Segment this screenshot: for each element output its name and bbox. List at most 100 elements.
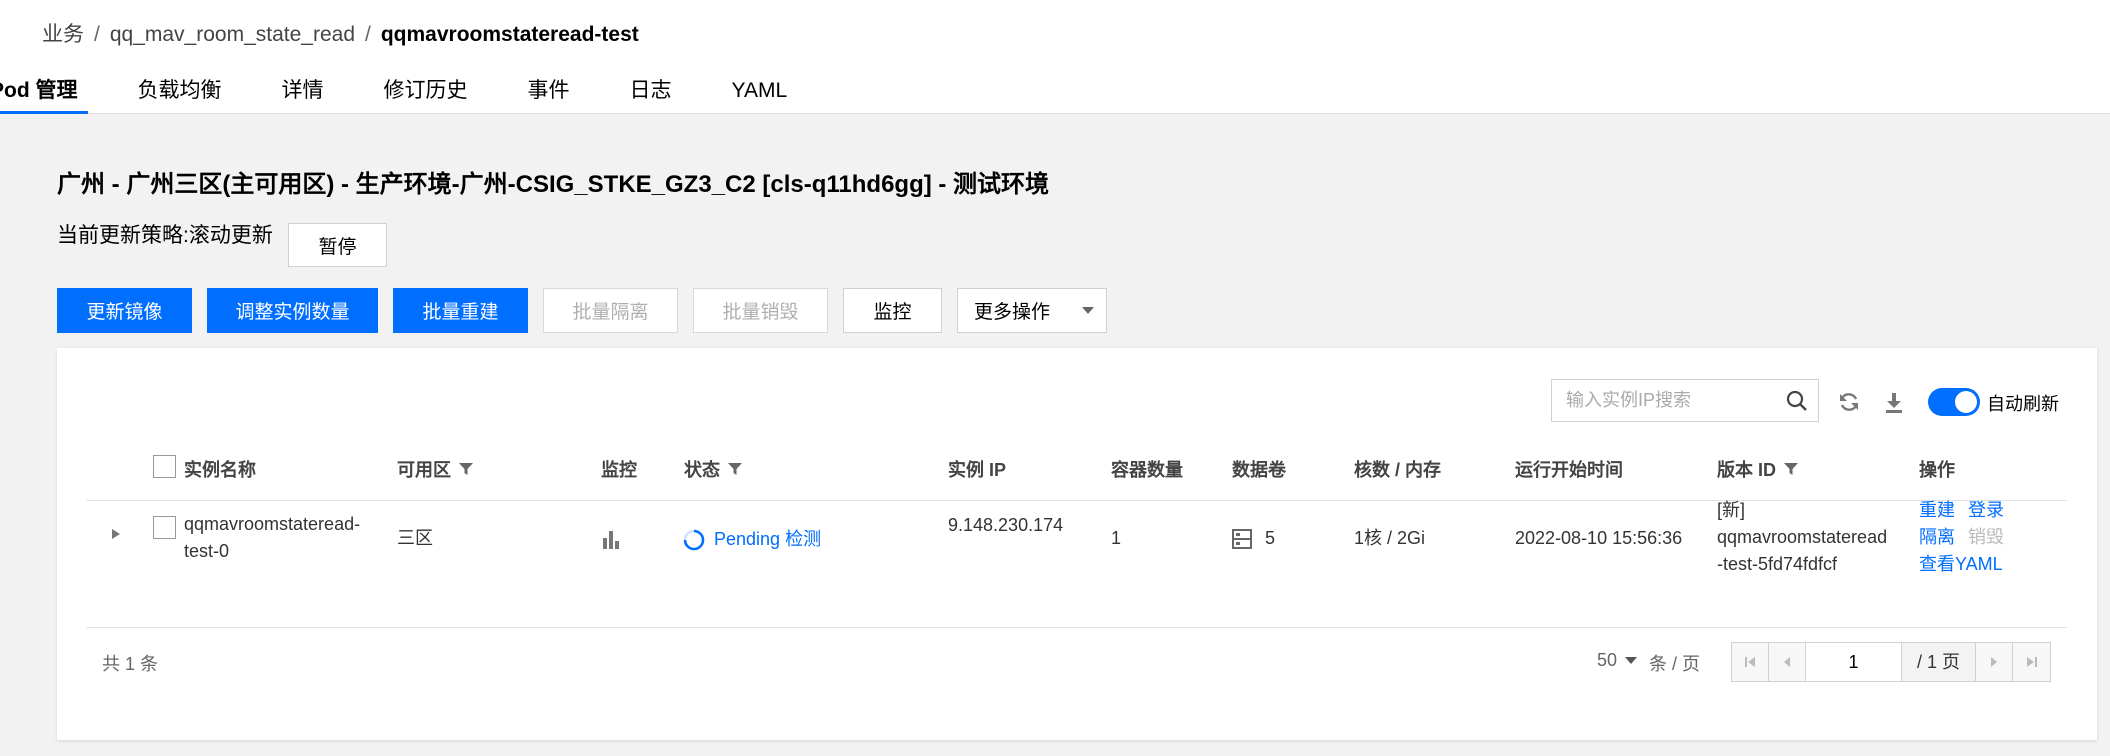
refresh-icon[interactable] [1837,390,1861,419]
total-pages: / 1 页 [1902,643,1976,681]
select-all-checkbox[interactable] [153,455,176,478]
col-header-cpu-mem: 核数 / 内存 [1354,458,1441,482]
breadcrumb-item-service[interactable]: qq_mav_room_state_read [110,23,355,46]
pagination: 1 / 1 页 [1731,642,2051,682]
row-checkbox[interactable] [153,516,176,539]
total-count: 共 1 条 [102,654,159,674]
first-page-button[interactable] [1732,643,1769,681]
monitor-button[interactable]: 监控 [843,288,942,333]
page-number-input[interactable]: 1 [1806,643,1902,681]
page-size-value: 50 [1597,650,1618,670]
header-area: 业务 / qq_mav_room_state_read / qqmavroomstate… [0,0,2110,114]
loading-spinner-icon [682,528,706,557]
col-header-start-time-label: 运行开始时间 [1515,460,1623,480]
main-content: 广州 - 广州三区(主可用区) - 生产环境-广州-CSIG_STKE_GZ3_… [0,114,2110,756]
download-icon[interactable] [1882,390,1906,419]
breadcrumb-item-business[interactable]: 业务 [42,23,84,46]
update-strategy-label: 当前更新策略:滚动更新 [57,224,273,247]
col-header-version-label: 版本 ID [1717,460,1777,480]
pause-button[interactable]: 暂停 [288,223,387,267]
update-image-button[interactable]: 更新镜像 [57,288,192,333]
pod-name-line2: test-0 [184,541,230,561]
version-id-line2: -test-5fd74fdfcf [1717,554,1838,574]
pod-zone: 三区 [397,528,433,548]
last-page-button[interactable] [2013,643,2050,681]
version-id-line1: qqmavroomstateread [1717,527,1888,547]
adjust-instances-button[interactable]: 调整实例数量 [207,288,378,333]
pod-cpu-mem: 1核 / 2Gi [1354,528,1426,548]
search-icon[interactable] [1786,390,1808,417]
page-size-unit: 条 / 页 [1649,654,1701,674]
filter-icon[interactable] [459,458,473,482]
col-header-status: 状态 [684,458,742,482]
cluster-title: 广州 - 广州三区(主可用区) - 生产环境-广州-CSIG_STKE_GZ3_… [57,171,1050,198]
caret-down-icon [1082,307,1094,314]
breadcrumb-separator: / [94,23,100,46]
col-header-status-label: 状态 [684,460,720,480]
ip-search-input[interactable] [1552,380,1772,421]
pod-container-count: 1 [1111,528,1122,548]
tab-logs[interactable]: 日志 [600,78,702,114]
tab-bar: Pod 管理 负载均衡 详情 修订历史 事件 日志 YAML [0,78,817,114]
filter-icon[interactable] [1784,458,1799,482]
pod-name-line1: qqmavroomstateread- [184,514,361,534]
breadcrumb-current: qqmavroomstateread-test [380,23,639,46]
pod-volume-count: 5 [1265,528,1276,548]
more-actions-label: 更多操作 [974,302,1051,323]
pod-start-time: 2022-08-10 15:56:36 [1515,528,1683,548]
page-size-select[interactable]: 50 [1597,650,1638,671]
pod-status: Pending 检测 [714,526,821,553]
status-pending[interactable]: Pending [714,529,780,549]
rebuild-link[interactable]: 重建 [1919,500,1955,520]
col-header-ops: 操作 [1919,458,1955,482]
breadcrumb-separator: / [365,23,371,46]
breadcrumb: 业务 / qq_mav_room_state_read / qqmavroomstate… [42,18,639,48]
isolate-link[interactable]: 隔离 [1919,527,1955,547]
expand-arrow-icon[interactable] [110,527,122,546]
batch-destroy-button[interactable]: 批量销毁 [693,288,828,333]
tab-events[interactable]: 事件 [498,78,600,114]
batch-rebuild-button[interactable]: 批量重建 [393,288,528,333]
tab-details[interactable]: 详情 [252,78,354,114]
login-link[interactable]: 登录 [1968,500,2004,520]
col-header-start-time: 运行开始时间 [1515,458,1623,482]
col-header-version: 版本 ID [1717,458,1799,482]
col-header-ops-label: 操作 [1919,460,1955,480]
destroy-link[interactable]: 销毁 [1968,527,2004,547]
col-header-containers-label: 容器数量 [1111,460,1183,480]
auto-refresh-toggle[interactable] [1928,388,1980,416]
row-ops-line1: 重建 登录 [1919,497,2004,524]
batch-isolate-button[interactable]: 批量隔离 [543,288,678,333]
auto-refresh-label: 自动刷新 [1987,394,2059,414]
view-yaml-link[interactable]: 查看YAML [1919,554,2003,574]
pod-table-panel: 自动刷新 实例名称 可用区 监控 状态 实例 IP 容器数量 数据卷 核数 / … [57,348,2097,740]
prev-page-button[interactable] [1769,643,1806,681]
col-header-name-label: 实例名称 [184,460,256,480]
more-actions-dropdown[interactable]: 更多操作 [957,288,1107,333]
filter-icon[interactable] [728,458,742,482]
tab-pod-management[interactable]: Pod 管理 [0,78,108,114]
col-header-zone: 可用区 [397,458,473,482]
col-header-volumes-label: 数据卷 [1232,460,1286,480]
row-ops-line3: 查看YAML [1919,551,2003,578]
col-header-cpu-mem-label: 核数 / 内存 [1354,460,1442,480]
col-header-containers: 容器数量 [1111,458,1183,482]
status-detect-link[interactable]: 检测 [785,529,821,549]
caret-down-icon [1625,657,1638,664]
col-header-ip: 实例 IP [948,458,1006,482]
pod-ip: 9.148.230.174 [948,515,1064,535]
bar-chart-icon[interactable] [601,529,621,554]
tab-load-balancing[interactable]: 负载均衡 [108,78,252,114]
row-ops-line2: 隔离 销毁 [1919,524,2004,551]
col-header-volumes: 数据卷 [1232,458,1286,482]
tab-revision-history[interactable]: 修订历史 [354,78,498,114]
tab-yaml[interactable]: YAML [702,78,818,114]
ip-search-box [1551,379,1819,422]
col-header-zone-label: 可用区 [397,460,451,480]
col-header-monitor: 监控 [601,458,637,482]
next-page-button[interactable] [1976,643,2013,681]
toggle-knob [1955,391,1977,413]
col-header-ip-label: 实例 IP [948,460,1007,480]
col-header-name: 实例名称 [184,458,256,482]
col-header-monitor-label: 监控 [601,460,637,480]
